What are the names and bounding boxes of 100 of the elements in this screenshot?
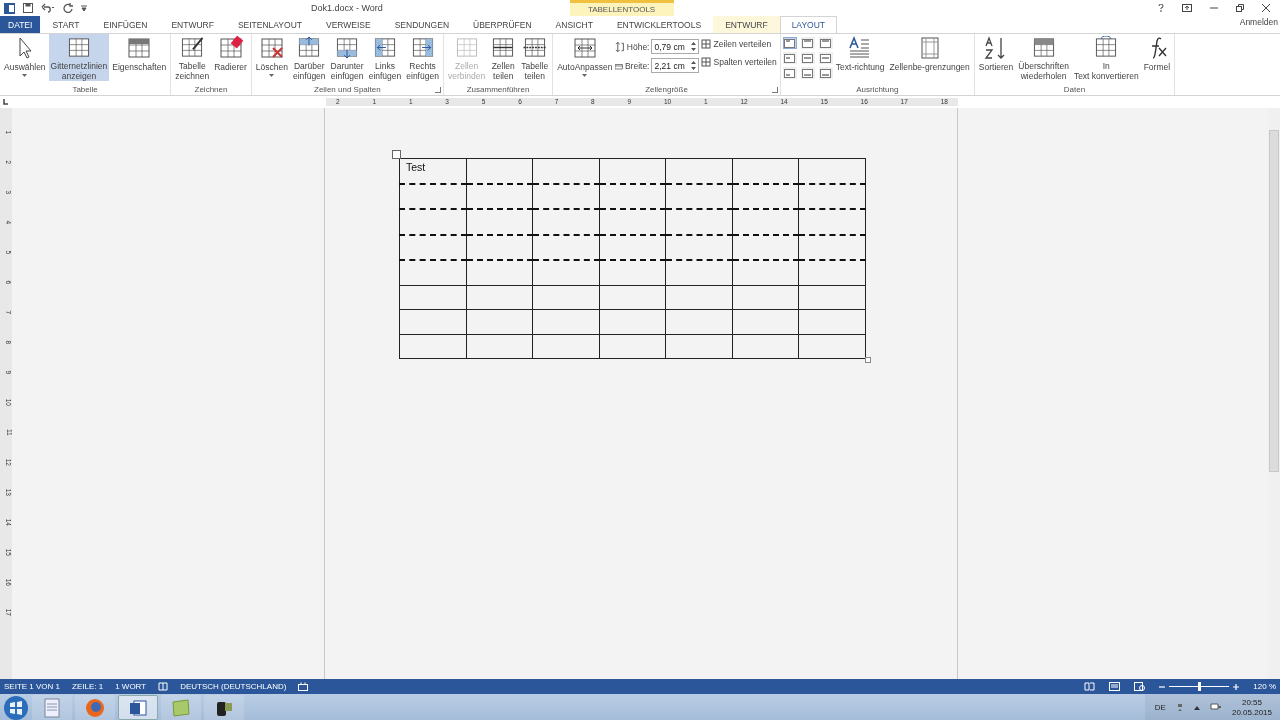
align-button[interactable] — [818, 37, 833, 49]
distribute-rows-icon — [701, 39, 712, 49]
ribbon-tab[interactable]: ENTWURF — [159, 16, 226, 33]
ribbon-button[interactable]: Sortieren — [976, 34, 1016, 81]
clock-date[interactable]: 20.05.2015 — [1231, 707, 1272, 718]
table-resize-handle[interactable] — [865, 357, 871, 363]
ribbon-button[interactable]: Rechts einfügen — [404, 34, 441, 81]
taskbar-button[interactable] — [204, 695, 244, 720]
ribbon-button[interactable]: Text-richtung — [833, 34, 887, 81]
taskbar-button[interactable] — [118, 695, 158, 720]
row-height-icon — [615, 41, 625, 52]
language-status[interactable]: DEUTSCH (DEUTSCHLAND) — [180, 682, 287, 691]
zoom-thumb[interactable] — [1197, 682, 1201, 691]
ribbon-button[interactable]: Überschriften wiederholen — [1016, 34, 1071, 81]
spin-field[interactable]: 0,79 cm — [651, 39, 700, 54]
ribbon-tab[interactable]: SEITENLAYOUT — [225, 16, 314, 33]
web-layout-icon[interactable] — [1134, 682, 1146, 691]
table-cell: Test — [399, 158, 467, 184]
ribbon-tab[interactable]: ENTWURF — [713, 16, 780, 33]
ribbon-button[interactable]: Links einfügen — [366, 34, 404, 81]
word-icon — [128, 697, 148, 718]
sign-in-link[interactable]: Anmelden — [1239, 17, 1278, 27]
ribbon-button[interactable]: Spalten verteilen — [700, 56, 778, 68]
table-properties-icon — [126, 36, 153, 60]
dialog-launcher-icon[interactable] — [771, 87, 778, 93]
zoom-in-button[interactable] — [1233, 683, 1240, 690]
ribbon-button[interactable]: Löschen — [253, 34, 290, 81]
ribbon-button[interactable]: AutoAnpassen — [555, 34, 615, 81]
status-text: SEITE 1 VON 1 — [4, 682, 61, 691]
group-label: Zeichnen — [194, 85, 228, 94]
align-icon — [784, 53, 796, 63]
minimize-icon[interactable] — [1209, 4, 1218, 12]
notes-icon — [171, 697, 191, 718]
eraser-icon — [217, 36, 244, 60]
align-button[interactable] — [800, 37, 815, 49]
ribbon-button[interactable]: Gitternetzlinien anzeigen — [48, 34, 110, 81]
align-icon — [784, 68, 796, 78]
zoom-level[interactable]: 120 % — [1253, 682, 1276, 691]
close-icon[interactable] — [1261, 4, 1270, 12]
ribbon-tab[interactable]: START — [40, 16, 92, 33]
flag-icon[interactable] — [1209, 703, 1222, 712]
ribbon-tab[interactable]: ENTWICKLERTOOLS — [604, 16, 714, 33]
align-button[interactable] — [782, 52, 797, 64]
word-logo-icon[interactable] — [4, 2, 15, 14]
ribbon-tab[interactable]: DATEI — [0, 16, 41, 33]
ribbon-tab[interactable]: ANSICHT — [543, 16, 605, 33]
restore-icon[interactable] — [1235, 4, 1244, 12]
input-language[interactable]: DE — [1154, 703, 1166, 712]
ribbon-button[interactable]: Darüber einfügen — [290, 34, 328, 81]
split-table-icon — [521, 36, 548, 59]
print-layout-icon[interactable] — [1109, 682, 1121, 691]
ribbon-button[interactable]: Formel — [1141, 34, 1173, 81]
align-icon — [820, 38, 832, 48]
align-button[interactable] — [818, 52, 833, 64]
clock-time[interactable]: 20:55 — [1241, 697, 1262, 708]
group-label: Zusammenführen — [466, 85, 530, 94]
start-button[interactable] — [3, 694, 29, 720]
dialog-launcher-icon[interactable] — [434, 87, 441, 93]
window-title: Dok1.docx - Word — [311, 3, 383, 13]
save-icon[interactable] — [23, 3, 33, 13]
ribbon-button[interactable]: Darunter einfügen — [328, 34, 366, 81]
align-icon — [802, 68, 814, 78]
help-icon[interactable] — [1157, 4, 1164, 12]
read-mode-icon[interactable] — [1084, 682, 1096, 691]
spinner-arrows-icon[interactable] — [691, 61, 697, 70]
align-button[interactable] — [782, 67, 797, 79]
proofing-icon[interactable] — [158, 682, 169, 691]
customize-icon[interactable] — [81, 4, 87, 12]
scrollbar[interactable] — [1268, 108, 1280, 679]
zoom-out-button[interactable] — [1159, 683, 1166, 690]
ribbon-tab[interactable]: ÜBERPRÜFEN — [461, 16, 544, 33]
table-move-handle[interactable] — [392, 150, 401, 159]
ribbon-button[interactable]: Zeilen verteilen — [700, 38, 778, 50]
align-button[interactable] — [800, 52, 815, 64]
ribbon-button[interactable]: Tabelle teilen — [519, 34, 551, 81]
group-label: Zellengröße — [645, 85, 688, 94]
ribbon-tab[interactable]: VERWEISE — [314, 16, 383, 33]
ribbon-options-icon[interactable] — [1181, 4, 1192, 12]
ribbon-button[interactable]: Radierer — [212, 34, 249, 81]
ribbon-tab[interactable]: SENDUNGEN — [382, 16, 461, 33]
spinner-arrows-icon[interactable] — [691, 42, 697, 51]
align-icon — [802, 38, 814, 48]
align-button[interactable] — [800, 67, 815, 79]
undo-icon[interactable] — [41, 3, 55, 13]
ribbon-button[interactable]: Tabelle zeichnen — [173, 34, 212, 81]
align-button[interactable] — [782, 37, 797, 49]
tray-arrow-icon[interactable] — [1193, 705, 1200, 710]
ribbon-button[interactable]: In Text konvertieren — [1071, 34, 1141, 81]
spin-field[interactable]: 2,21 cm — [651, 58, 700, 73]
redo-icon[interactable] — [63, 3, 73, 13]
keyboard-icon[interactable] — [1175, 702, 1184, 713]
ribbon-button[interactable]: Zellen teilen — [488, 34, 519, 81]
ribbon-button[interactable]: Auswählen — [2, 34, 48, 81]
ribbon-tab[interactable]: EINFÜGEN — [91, 16, 160, 33]
firefox-icon — [85, 697, 105, 718]
ribbon-button[interactable]: Zellenbe-grenzungen — [887, 34, 972, 81]
ribbon-button[interactable]: Eigenschaften — [110, 34, 169, 81]
ribbon-tab[interactable]: LAYOUT — [779, 16, 837, 33]
align-button[interactable] — [818, 67, 833, 79]
macro-icon[interactable] — [298, 682, 309, 691]
